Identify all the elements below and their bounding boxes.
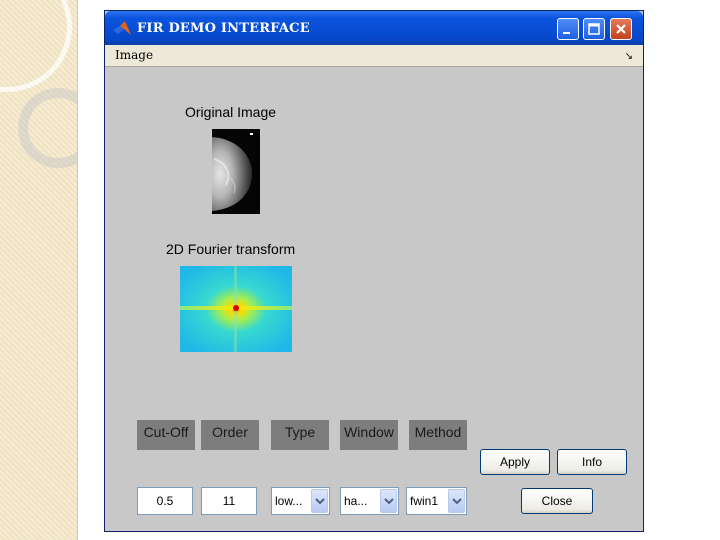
cutoff-header: Cut-Off (137, 420, 195, 450)
figure-content: Original Image 2D Fourier transform Cut-… (105, 68, 643, 531)
minimize-button[interactable] (557, 18, 579, 40)
type-select[interactable]: low... (271, 487, 330, 515)
title-bar[interactable]: FIR DEMO INTERFACE (105, 11, 643, 45)
cutoff-input[interactable]: 0.5 (137, 487, 193, 515)
order-input[interactable]: 11 (201, 487, 257, 515)
maximize-icon (588, 23, 600, 35)
chevron-down-icon (452, 498, 462, 505)
window-select-arrow[interactable] (380, 489, 397, 513)
dock-arrow-icon[interactable]: ↘ (625, 51, 633, 62)
method-select-value: fwin1 (410, 494, 439, 508)
window-select-value: ha... (344, 494, 368, 508)
method-select[interactable]: fwin1 (406, 487, 467, 515)
original-image-label: Original Image (185, 104, 277, 120)
method-select-arrow[interactable] (448, 489, 465, 513)
decorative-circle (0, 0, 72, 92)
fourier-transform-label: 2D Fourier transform (166, 241, 296, 257)
window-header: Window (340, 420, 398, 450)
info-button[interactable]: Info (557, 449, 627, 475)
original-image (212, 129, 260, 214)
menu-bar: Image ↘ (105, 45, 643, 67)
decorative-circle (18, 88, 77, 168)
matlab-logo-icon (113, 21, 131, 35)
order-header: Order (201, 420, 259, 450)
decorative-strip (0, 0, 78, 540)
close-icon (616, 24, 626, 34)
maximize-button[interactable] (583, 18, 605, 40)
chevron-down-icon (315, 498, 325, 505)
window-title: FIR DEMO INTERFACE (137, 21, 310, 36)
type-header: Type (271, 420, 329, 450)
chevron-down-icon (384, 498, 394, 505)
menu-item-image[interactable]: Image (115, 48, 153, 62)
apply-button[interactable]: Apply (480, 449, 550, 475)
close-window-button[interactable] (610, 18, 632, 40)
close-button[interactable]: Close (521, 488, 593, 514)
type-select-arrow[interactable] (311, 489, 328, 513)
method-header: Method (409, 420, 467, 450)
app-window: FIR DEMO INTERFACE Image ↘ Original Imag… (104, 10, 644, 532)
window-select[interactable]: ha... (340, 487, 399, 515)
slide-page: FIR DEMO INTERFACE Image ↘ Original Imag… (0, 0, 720, 540)
type-select-value: low... (275, 494, 303, 508)
minimize-icon (563, 32, 570, 34)
fourier-transform-image (180, 266, 292, 352)
